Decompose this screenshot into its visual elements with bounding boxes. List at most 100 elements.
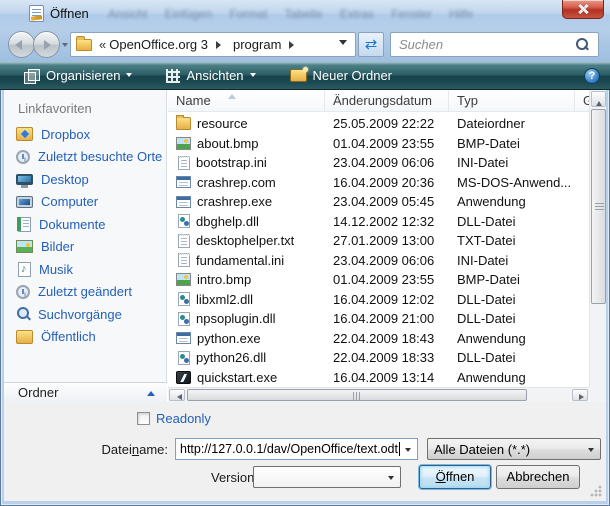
file-name: intro.bmp <box>197 272 251 287</box>
file-date: 25.05.2009 22:22 <box>325 116 449 131</box>
filetype-dropdown[interactable]: Alle Dateien (*.*) <box>427 438 601 460</box>
filename-input[interactable]: http://127.0.0.1/dav/OpenOffice/text.odt <box>175 438 418 460</box>
version-dropdown[interactable] <box>253 466 401 488</box>
file-row[interactable]: intro.bmp01.04.2009 23:55BMP-Datei <box>168 270 589 290</box>
folders-expander[interactable]: Ordner <box>4 382 167 402</box>
new-folder-button[interactable]: Neuer Ordner <box>280 64 402 88</box>
search-box[interactable]: Suchen <box>390 32 599 57</box>
version-label: Version <box>211 470 249 485</box>
file-type: BMP-Datei <box>449 136 575 151</box>
file-date: 23.04.2009 06:06 <box>325 155 449 170</box>
search-icon[interactable] <box>574 37 590 53</box>
file-row[interactable]: python26.dll22.04.2009 18:33DLL-Datei <box>168 348 589 368</box>
dll-file-icon <box>178 312 190 326</box>
help-button[interactable]: ? <box>584 68 600 84</box>
file-name: resource <box>197 116 248 131</box>
sidebar-item-recent-places[interactable]: Zuletzt besuchte Orte <box>4 146 167 169</box>
forward-arrow-icon <box>44 40 51 50</box>
sort-ascending-icon <box>228 90 236 99</box>
file-row[interactable]: about.bmp01.04.2009 23:55BMP-Datei <box>168 134 589 154</box>
close-button[interactable] <box>562 0 604 19</box>
file-type: Anwendung <box>449 370 575 385</box>
file-row[interactable]: libxml2.dll16.04.2009 12:02DLL-Datei <box>168 290 589 310</box>
chevron-down-icon <box>583 439 600 459</box>
sidebar-item-music[interactable]: Musik <box>4 258 167 281</box>
scroll-right-button[interactable] <box>572 389 588 401</box>
file-row[interactable]: python.exe22.04.2009 18:43Anwendung <box>168 329 589 349</box>
vertical-scrollbar[interactable] <box>589 90 606 387</box>
file-name: fundamental.ini <box>196 253 284 268</box>
readonly-checkbox[interactable] <box>137 412 150 425</box>
sidebar-item-pictures[interactable]: Bilder <box>4 236 167 259</box>
file-row[interactable]: quickstart.exe16.04.2009 13:14Anwendung <box>168 368 589 388</box>
help-icon: ? <box>589 70 596 82</box>
breadcrumb[interactable]: « OpenOffice.org 3 program <box>70 32 356 57</box>
file-name: libxml2.dll <box>196 292 253 307</box>
address-dropdown-icon[interactable] <box>339 40 347 49</box>
views-button[interactable]: Ansichten <box>156 64 265 88</box>
file-row[interactable]: desktophelper.txt27.01.2009 13:00TXT-Dat… <box>168 231 589 251</box>
file-row[interactable]: dbghelp.dll14.12.2002 12:32DLL-Datei <box>168 212 589 232</box>
sidebar-item-recently-changed[interactable]: Zuletzt geändert <box>4 281 167 304</box>
breadcrumb-separator-icon[interactable] <box>216 41 225 49</box>
file-type: DLL-Datei <box>449 311 575 326</box>
column-header-name[interactable]: Name <box>168 90 325 111</box>
sidebar-item-label: Zuletzt geändert <box>38 284 132 299</box>
back-button[interactable] <box>8 31 35 58</box>
refresh-button[interactable]: ⇄ <box>358 32 384 57</box>
organize-button[interactable]: Organisieren <box>14 64 142 88</box>
favorites-sidebar: Linkfavoriten DropboxZuletzt besuchte Or… <box>4 90 167 402</box>
open-button[interactable]: Öffnen <box>419 465 491 489</box>
file-type: DLL-Datei <box>449 350 575 365</box>
sidebar-item-documents[interactable]: Dokumente <box>4 213 167 236</box>
resize-grip-icon[interactable] <box>590 485 602 497</box>
horizontal-scroll-thumb[interactable] <box>187 389 527 401</box>
breadcrumb-overflow[interactable]: « <box>99 37 105 52</box>
file-row[interactable]: crashrep.exe23.04.2009 05:45Anwendung <box>168 192 589 212</box>
forward-button[interactable] <box>33 31 60 58</box>
breadcrumb-item-openoffice[interactable]: OpenOffice.org 3 <box>109 37 208 52</box>
back-arrow-icon <box>15 40 22 50</box>
sidebar-item-label: Desktop <box>41 172 89 187</box>
computer-icon <box>16 196 33 208</box>
column-header-date[interactable]: Änderungsdatum <box>325 90 449 111</box>
column-header-type[interactable]: Typ <box>449 90 575 111</box>
sidebar-item-label: Öffentlich <box>41 329 96 344</box>
file-name: dbghelp.dll <box>196 214 259 229</box>
file-row[interactable]: resource25.05.2009 22:22Dateiordner <box>168 114 589 134</box>
sidebar-item-searches[interactable]: Suchvorgänge <box>4 303 167 326</box>
file-row[interactable]: bootstrap.ini23.04.2009 06:06INI-Datei <box>168 153 589 173</box>
new-folder-label: Neuer Ordner <box>313 68 392 83</box>
triangle-left-icon <box>174 394 182 400</box>
history-dropdown-icon[interactable] <box>62 43 68 50</box>
column-header-size[interactable]: G <box>575 90 589 111</box>
file-row[interactable]: fundamental.ini23.04.2009 06:06INI-Datei <box>168 251 589 271</box>
vertical-scroll-thumb[interactable] <box>591 109 606 304</box>
file-date: 01.04.2009 23:55 <box>325 272 449 287</box>
scroll-left-button[interactable] <box>169 389 185 401</box>
sidebar-item-desktop[interactable]: Desktop <box>4 168 167 191</box>
text-file-icon <box>178 156 190 170</box>
search-placeholder: Suchen <box>391 37 574 52</box>
sidebar-item-public[interactable]: Öffentlich <box>4 326 167 349</box>
file-row[interactable]: crashrep.com16.04.2009 20:36MS-DOS-Anwen… <box>168 173 589 193</box>
breadcrumb-item-program[interactable]: program <box>233 37 281 52</box>
sidebar-item-dropbox[interactable]: Dropbox <box>4 123 167 146</box>
cancel-button[interactable]: Abbrechen <box>496 465 580 489</box>
file-name: python26.dll <box>196 350 266 365</box>
file-date: 22.04.2009 18:43 <box>325 331 449 346</box>
file-date: 16.04.2009 21:00 <box>325 311 449 326</box>
filename-value[interactable]: http://127.0.0.1/dav/OpenOffice/text.odt <box>176 442 398 456</box>
filename-dropdown-icon[interactable] <box>400 439 417 459</box>
file-date: 14.12.2002 12:32 <box>325 214 449 229</box>
breadcrumb-separator-icon[interactable] <box>289 41 298 49</box>
dll-file-icon <box>178 214 190 228</box>
title-bar[interactable]: Ansicht Einfügen Format Tabelle Extras F… <box>0 0 610 28</box>
triangle-up-icon <box>596 98 602 106</box>
recent-places-icon <box>16 150 30 164</box>
file-row[interactable]: npsoplugin.dll16.04.2009 21:00DLL-Datei <box>168 309 589 329</box>
horizontal-scrollbar[interactable] <box>168 387 589 402</box>
sidebar-item-computer[interactable]: Computer <box>4 191 167 214</box>
scroll-up-button[interactable] <box>591 91 606 107</box>
file-date: 16.04.2009 13:14 <box>325 370 449 385</box>
